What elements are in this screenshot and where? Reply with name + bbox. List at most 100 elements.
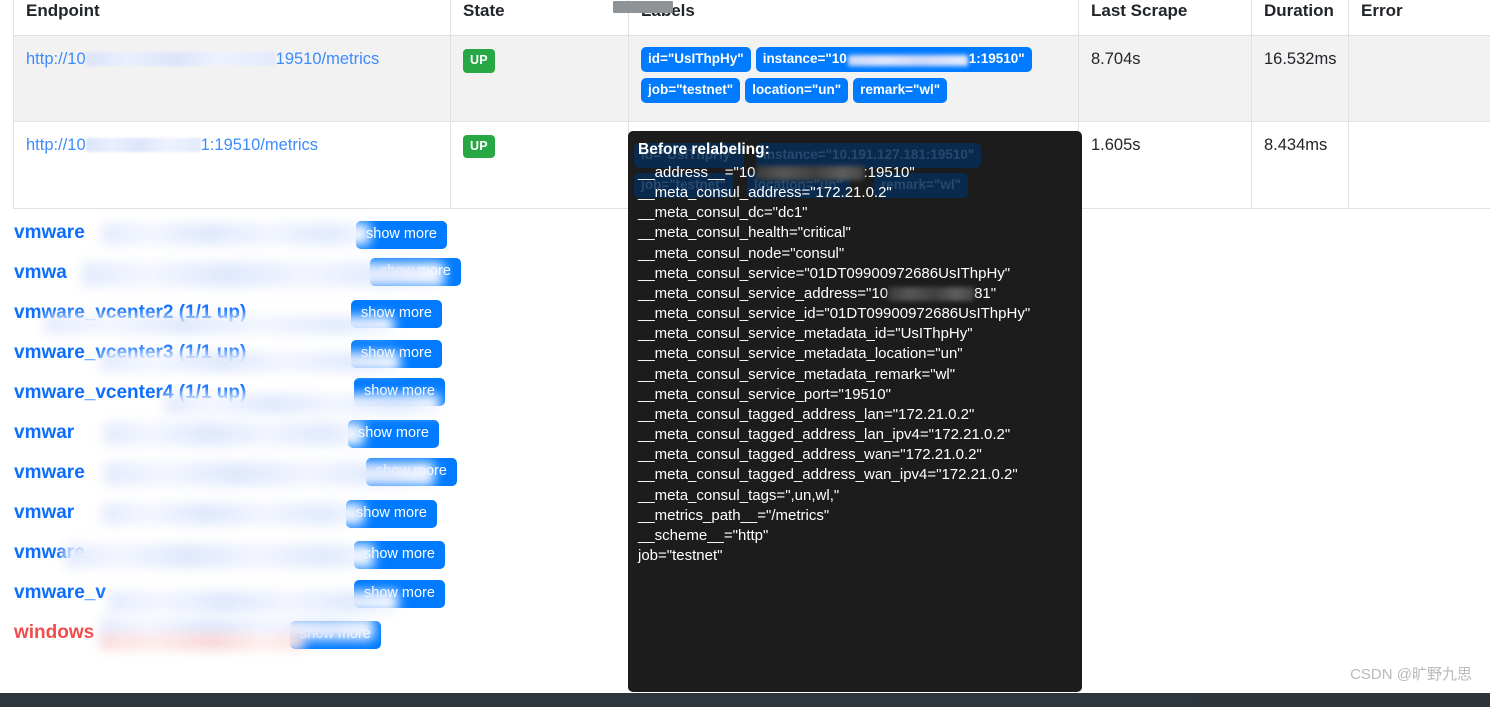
endpoint-suffix: 1:19510/metrics [200,135,319,154]
list-item[interactable]: vmware_v show more [14,576,454,616]
job-name[interactable]: vmwa [14,262,67,284]
cell-error [1348,35,1490,122]
label-badge-location[interactable]: location="un" [745,78,849,103]
redaction-block [100,352,400,372]
column-header-labels: Labels [628,0,1079,37]
tooltip-line: __meta_consul_node="consul" [638,244,845,262]
tooltip-line: __meta_consul_address="172.21.0.2" [638,184,892,202]
list-item[interactable]: vmware_vcenter3 (1/1 up) show more [14,336,454,376]
redaction-block [82,262,444,287]
endpoint-prefix: http://10 [26,50,86,69]
column-header-scrape-duration: Scrape Duration [1251,0,1349,37]
cell-state: UP [450,35,629,122]
label-badge-instance[interactable]: instance="10 1:19510" [755,47,1032,73]
redaction-block [104,462,434,486]
tooltip-line: __meta_consul_service_address="10 81" [628,284,1082,304]
tooltip-line: __meta_consul_service="01DT09900972686Us… [638,264,1011,282]
tooltip-line: __meta_consul_tags=",un,wl," [638,486,840,504]
tooltip-line: __meta_consul_service_metadata_location=… [638,345,963,363]
table-row: http://10 19510/metrics UP id="UsIThpHy" i… [13,35,1490,122]
job-name[interactable]: vmwar [14,502,74,524]
job-name[interactable]: windows [14,622,94,644]
column-header-endpoint: Endpoint [13,0,451,37]
tooltip-line: __meta_consul_tagged_address_wan_ipv4="1… [638,466,1018,484]
label-instance-suffix: 1:19510" [968,51,1025,67]
list-item[interactable]: vmware show more [14,456,457,496]
cell-scrape-duration: 8.434ms [1251,120,1349,209]
tooltip-line: __meta_consul_tagged_address_lan_ipv4="1… [638,426,1011,444]
tooltip-line: __meta_consul_service_port="19510" [638,385,891,403]
status-badge: UP [463,49,495,73]
tooltip-line: __meta_consul_service_metadata_id="UsITh… [638,325,973,343]
redaction-block [64,544,374,568]
job-name[interactable]: vmware_v [14,582,106,604]
cell-endpoint: http://10 19510/metrics [13,35,451,122]
redaction-block [102,503,364,525]
tooltip-line: __meta_consul_service_id="01DT0990097268… [638,305,1031,323]
tooltip-line: job="testnet" [638,547,723,565]
table-header-row: Endpoint State Labels Last Scrape Scrape… [13,0,1490,37]
cell-last-scrape: 8.704s [1078,35,1252,122]
job-name[interactable]: vmware [14,222,85,244]
redaction-block [847,55,968,67]
redaction-block [888,286,975,301]
job-list: vmware show more vmwa show more vmware_v… [14,216,461,656]
tooltip-line: __scheme__="http" [638,526,769,544]
redaction-block [44,316,394,334]
list-item[interactable]: vmwar show more [14,416,454,456]
before-relabeling-tooltip: id="UsIThpHy" instance="10.191.127.181:1… [628,131,1082,692]
cell-error [1348,120,1490,209]
redaction-block [85,137,201,152]
tooltip-line-prefix: __address__="10 [638,163,756,181]
label-badge-remark[interactable]: remark="wl" [853,78,948,103]
tooltip-line-suffix: :19510" [863,163,915,181]
job-name[interactable]: vmwar [14,422,74,444]
column-header-last-scrape: Last Scrape [1078,0,1252,37]
redaction-block [755,165,864,180]
list-item[interactable]: vmwa show more [14,256,461,296]
list-item[interactable]: vmware_vcenter4 (1/1 up) show more [14,376,454,416]
label-instance-prefix: instance="10 [762,51,847,67]
redaction-block [102,223,370,245]
list-item[interactable]: vmware show more [14,536,454,576]
tooltip-line: __metrics_path__="/metrics" [638,506,830,524]
cell-scrape-duration: 16.532ms [1251,35,1349,122]
csdn-watermark: CSDN @旷野九思 [1350,666,1472,683]
horizontal-scrollbar-thumb[interactable] [613,1,673,13]
endpoint-link[interactable]: http://10 1:19510/metrics [26,136,318,154]
tooltip-line: __meta_consul_service_metadata_remark="w… [638,365,956,383]
redaction-block [108,591,398,613]
tooltip-line: __meta_consul_health="critical" [638,224,851,242]
list-item[interactable]: windows show more [14,616,454,656]
list-item[interactable]: vmware show more [14,216,454,256]
tooltip-line: __meta_consul_dc="dc1" [638,204,808,222]
cell-labels: id="UsIThpHy" instance="10 1:19510" job="t… [628,35,1079,122]
redaction-block [85,52,276,67]
list-item[interactable]: vmwar show more [14,496,454,536]
cell-endpoint: http://10 1:19510/metrics [13,120,451,209]
redaction-block [164,394,440,414]
cell-last-scrape: 1.605s [1078,120,1252,209]
status-badge: UP [463,134,495,159]
cell-state: UP [450,120,629,209]
tooltip-line-suffix: 81" [974,284,997,302]
label-badge-job[interactable]: job="testnet" [641,78,741,103]
redaction-block [100,634,304,650]
endpoint-prefix: http://10 [26,135,86,154]
list-item[interactable]: vmware_vcenter2 (1/1 up) show more [14,296,454,336]
tooltip-line: __meta_consul_tagged_address_lan="172.21… [638,405,975,423]
redaction-block [104,422,364,446]
endpoint-link[interactable]: http://10 19510/metrics [26,50,379,68]
job-name[interactable]: vmware [14,462,85,484]
tooltip-line: __address__="10 :19510" [628,163,1082,183]
label-badge-id[interactable]: id="UsIThpHy" [641,47,751,72]
tooltip-title: Before relabeling: [638,141,770,158]
tooltip-line-prefix: __meta_consul_service_address="10 [638,284,889,302]
column-header-error: Error [1348,0,1490,37]
endpoint-suffix: 19510/metrics [275,50,380,69]
bottom-bar-left-segment [0,693,1197,707]
bottom-bar [0,693,1490,707]
column-header-state: State [450,0,629,37]
tooltip-line: __meta_consul_tagged_address_wan="172.21… [638,446,982,464]
tooltip-arrow-icon [846,131,864,132]
